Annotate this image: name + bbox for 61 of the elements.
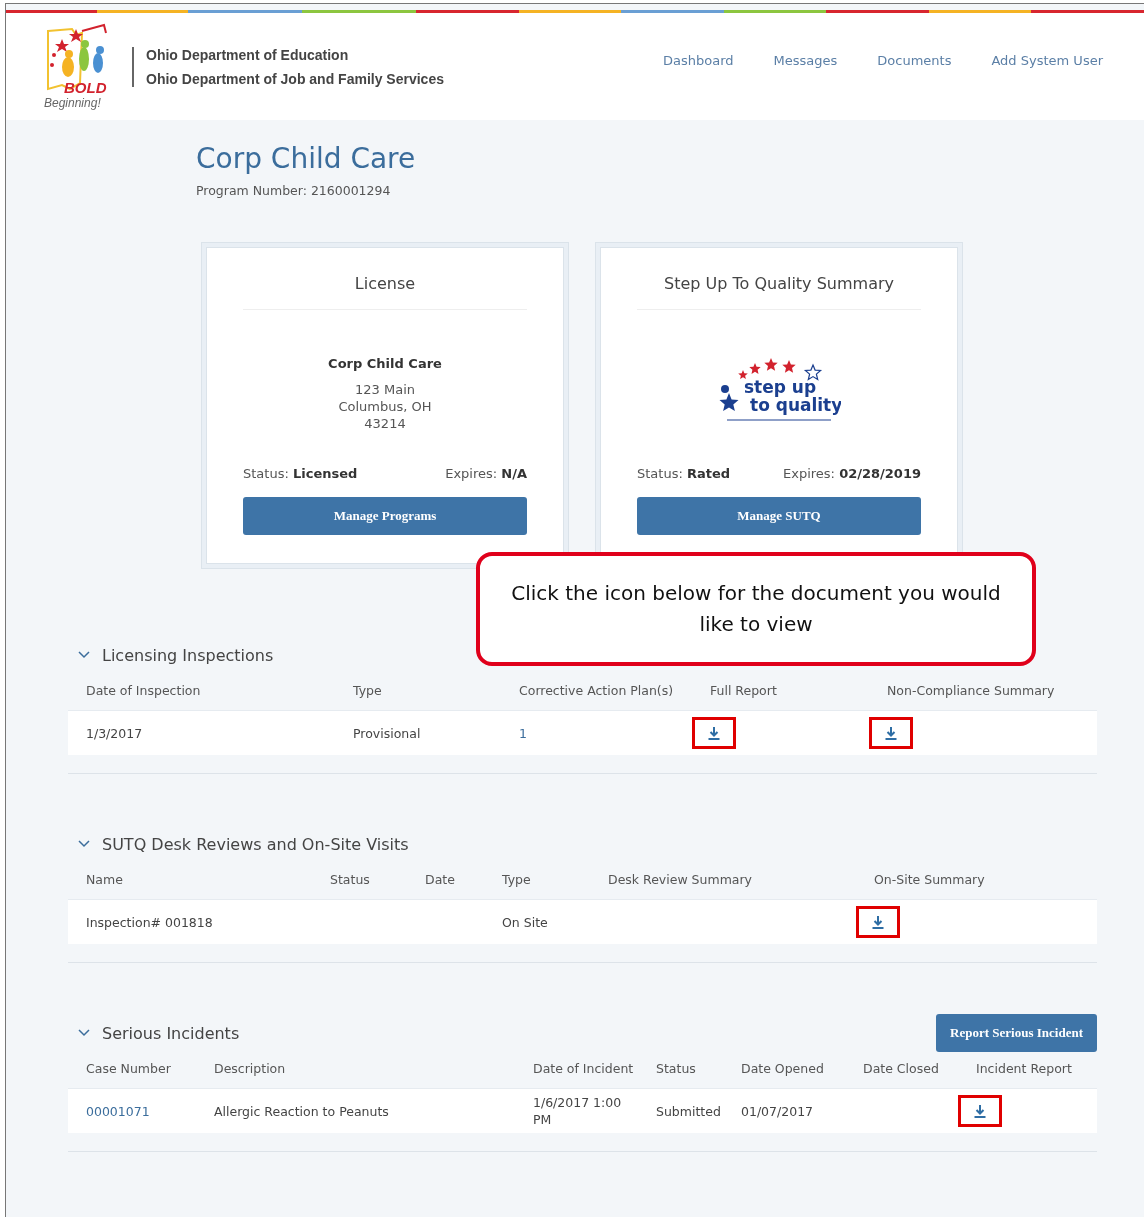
status-text: Status: Licensed: [243, 466, 358, 481]
department-name: Ohio Department of Job and Family Services: [146, 70, 444, 87]
manage-button[interactable]: Manage Programs: [243, 497, 527, 535]
table-cell-text: 1/6/2017 1:00 PM: [533, 1094, 623, 1128]
callout-text: Click the icon below for the document you would like to view: [510, 580, 1002, 638]
download-icon[interactable]: [974, 1104, 986, 1118]
column-header: Date of Incident: [532, 1061, 635, 1076]
column-header: Type: [501, 872, 532, 887]
program-title: Corp Child Care: [196, 142, 417, 175]
download-icon[interactable]: [708, 726, 720, 740]
column-header: Full Report: [709, 683, 778, 698]
chevron-icon[interactable]: [78, 1029, 90, 1037]
address-line: Columbus, OH: [338, 398, 432, 415]
nav-link[interactable]: Messages: [773, 53, 838, 68]
status-text: Status: Rated: [637, 466, 731, 481]
nav-link[interactable]: Add System User: [991, 53, 1103, 68]
column-header: Desk Review Summary: [607, 872, 754, 887]
table-cell: 01/07/2017: [741, 1102, 814, 1120]
table-cell: On Site: [502, 913, 548, 931]
column-header: Type: [352, 683, 383, 698]
column-header: Date: [424, 872, 456, 887]
table-cell: 1/3/2017: [86, 724, 143, 742]
card-title: License: [243, 248, 527, 310]
chevron-icon[interactable]: [78, 840, 90, 848]
department-name: Ohio Department of Education: [146, 46, 350, 63]
nav-link[interactable]: Dashboard: [663, 53, 734, 68]
table-cell: Submitted: [656, 1102, 721, 1120]
chevron-icon[interactable]: [78, 651, 90, 659]
column-header: Date Opened: [740, 1061, 825, 1076]
column-header: Non-Compliance Summary: [886, 683, 1056, 698]
card-title: Step Up To Quality Summary: [637, 248, 921, 310]
column-header: On-Site Summary: [873, 872, 986, 887]
column-header: Incident Report: [975, 1061, 1073, 1076]
address-line: 43214: [364, 415, 406, 432]
column-header: Description: [213, 1061, 287, 1076]
section-title: SUTQ Desk Reviews and On-Site Visits: [102, 834, 409, 854]
column-header: Name: [85, 872, 124, 887]
license-name: Corp Child Care: [328, 356, 442, 371]
expires-text: Expires: 02/28/2019: [783, 466, 921, 481]
nav-link[interactable]: Documents: [877, 53, 952, 68]
program-number: Program Number: 2160001294: [196, 183, 392, 198]
table-cell: Provisional: [353, 724, 421, 742]
logo-drawing: BOLD Beginning!: [42, 22, 122, 111]
expires-text: Expires: N/A: [445, 466, 527, 481]
table-link[interactable]: 1: [519, 725, 527, 741]
table-cell: Allergic Reaction to Peanuts: [214, 1102, 389, 1120]
column-header: Date Closed: [862, 1061, 940, 1076]
report-incident-button[interactable]: Report Serious Incident: [936, 1014, 1097, 1052]
download-icon[interactable]: [872, 915, 884, 929]
column-header: Status: [329, 872, 371, 887]
table-cell: Inspection# 001818: [86, 913, 213, 931]
column-header: Date of Inspection: [85, 683, 202, 698]
section-title: Licensing Inspections: [102, 645, 274, 665]
table-link[interactable]: 00001071: [86, 1103, 150, 1119]
column-header: Case Number: [85, 1061, 172, 1076]
manage-button[interactable]: Manage SUTQ: [637, 497, 921, 535]
download-icon[interactable]: [885, 726, 897, 740]
address-line: 123 Main: [355, 381, 415, 398]
column-header: Status: [655, 1061, 697, 1076]
column-header: Corrective Action Plan(s): [518, 683, 675, 698]
section-title: Serious Incidents: [102, 1023, 240, 1043]
